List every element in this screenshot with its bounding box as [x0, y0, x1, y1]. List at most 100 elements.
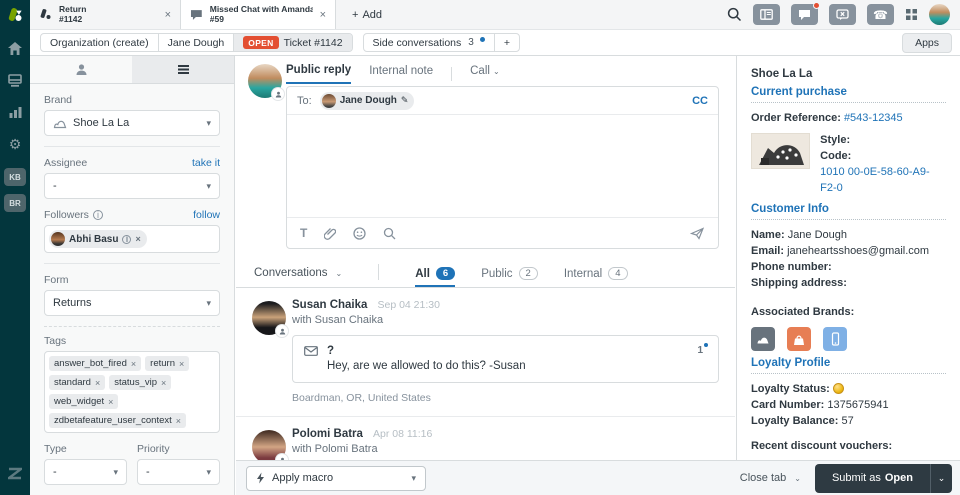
- followers-field[interactable]: Abhi Basu i ×: [44, 225, 220, 253]
- brand-value: Shoe La La: [73, 117, 130, 129]
- ticket-tab-chat[interactable]: Missed Chat with Amanda #59 ×: [180, 0, 336, 29]
- customer-info-heading[interactable]: Customer Info: [751, 203, 946, 220]
- divider: [451, 67, 453, 81]
- assignee-select[interactable]: - ▾: [44, 173, 220, 199]
- divider: [44, 146, 220, 147]
- brand-shoe-icon[interactable]: [751, 327, 775, 352]
- priority-select[interactable]: - ▾: [137, 459, 220, 485]
- style-code-link[interactable]: 1010 00-0E-58-60-A9-F2-0: [820, 166, 929, 194]
- add-side-conversation-button[interactable]: +: [493, 34, 519, 51]
- reporting-icon[interactable]: [0, 98, 30, 126]
- breadcrumb-organization[interactable]: Organization (create): [41, 34, 158, 51]
- to-label: To:: [297, 94, 312, 107]
- tag-chip[interactable]: answer_bot_fired ×: [49, 356, 142, 371]
- tab-ticket-fields[interactable]: [132, 56, 234, 83]
- tab-call[interactable]: Call ⌄: [470, 65, 500, 83]
- workspace-panels-icon[interactable]: [753, 4, 780, 25]
- assignee-value: -: [53, 180, 57, 192]
- follower-chip[interactable]: Abhi Basu i ×: [49, 230, 147, 248]
- product-tray-icon[interactable]: [905, 8, 918, 21]
- dashed-divider: [44, 326, 220, 327]
- ticket-number: Ticket #1142: [283, 36, 343, 49]
- submit-options-button[interactable]: ⌄: [930, 463, 952, 493]
- message-unavailable-icon[interactable]: [829, 4, 856, 25]
- quick-reply-icon[interactable]: [690, 226, 705, 240]
- breadcrumb-ticket[interactable]: OPEN Ticket #1142: [233, 34, 352, 51]
- take-it-link[interactable]: take it: [192, 157, 220, 169]
- side-conversations-button[interactable]: Side conversations 3: [364, 34, 494, 51]
- plus-icon: +: [352, 8, 359, 21]
- order-reference-link[interactable]: #543-12345: [844, 112, 903, 124]
- search-icon[interactable]: [727, 7, 742, 22]
- remove-icon[interactable]: ×: [95, 378, 100, 388]
- filter-public[interactable]: Public 2: [481, 267, 538, 287]
- brand-bag-icon[interactable]: [787, 327, 811, 352]
- to-field[interactable]: To: Jane Dough ✎ CC: [287, 87, 718, 115]
- emoji-icon[interactable]: [353, 226, 366, 240]
- kb-app-button[interactable]: KB: [4, 168, 26, 186]
- filter-all[interactable]: All 6: [415, 267, 456, 287]
- remove-icon[interactable]: ×: [135, 234, 140, 244]
- br-app-button[interactable]: BR: [4, 194, 26, 212]
- tag-chip[interactable]: status_vip ×: [109, 375, 172, 390]
- follow-link[interactable]: follow: [193, 209, 220, 221]
- message-card[interactable]: ? Hey, are we allowed to do this? -Susan…: [292, 335, 719, 383]
- tab-requester-profile[interactable]: [30, 56, 132, 83]
- remove-icon[interactable]: ×: [108, 397, 113, 407]
- associated-brands-label: Associated Brands:: [751, 306, 855, 319]
- loyalty-balance-label: Loyalty Balance:: [751, 415, 839, 428]
- user-avatar[interactable]: [929, 4, 950, 25]
- talk-phone-icon[interactable]: ☎: [867, 4, 894, 25]
- conversation-item[interactable]: Susan Chaika Sep 04 21:30 with Susan Cha…: [236, 288, 735, 417]
- reply-textarea[interactable]: [287, 115, 718, 217]
- brand-mobile-icon[interactable]: [823, 327, 847, 352]
- remove-icon[interactable]: ×: [161, 378, 166, 388]
- close-tab-icon[interactable]: ×: [320, 9, 326, 21]
- edit-pencil-icon[interactable]: ✎: [401, 95, 409, 106]
- current-purchase-heading[interactable]: Current purchase: [751, 86, 946, 103]
- notification-dot: [813, 2, 820, 9]
- brand-select[interactable]: Shoe La La ▾: [44, 110, 220, 136]
- tag-chip[interactable]: zdbetafeature_user_context ×: [49, 413, 187, 428]
- zendesk-logo-icon[interactable]: [0, 0, 30, 30]
- shoe-icon: [53, 120, 67, 129]
- ticket-tab-return[interactable]: Return #1142 ×: [30, 0, 180, 29]
- remove-icon[interactable]: ×: [131, 359, 136, 369]
- admin-gear-icon[interactable]: ⚙: [0, 130, 30, 158]
- views-icon[interactable]: [0, 66, 30, 94]
- cc-button[interactable]: CC: [692, 95, 708, 107]
- loyalty-balance-value: 57: [841, 415, 854, 428]
- tag-chip[interactable]: standard ×: [49, 375, 106, 390]
- loyalty-profile-heading[interactable]: Loyalty Profile: [751, 357, 946, 375]
- avatar: [51, 232, 65, 246]
- tag-chip[interactable]: return ×: [145, 356, 190, 371]
- add-tab-button[interactable]: + Add: [336, 0, 398, 29]
- attachment-icon[interactable]: [324, 227, 337, 240]
- search-content-icon[interactable]: [383, 227, 396, 240]
- customer-email: janeheartsshoes@gmail.com: [787, 244, 930, 257]
- remove-icon[interactable]: ×: [179, 359, 184, 369]
- filter-internal[interactable]: Internal 4: [564, 267, 628, 287]
- type-select[interactable]: - ▾: [44, 459, 127, 485]
- form-select[interactable]: Returns ▾: [44, 290, 220, 316]
- submit-as-open-button[interactable]: Submit as Open: [814, 463, 930, 493]
- tab-internal-note[interactable]: Internal note: [369, 65, 433, 83]
- close-tab-button[interactable]: Close tab ⌄: [740, 472, 801, 484]
- conversations-dropdown[interactable]: Conversations ⌄: [254, 267, 342, 287]
- tag-chip[interactable]: web_widget ×: [49, 394, 119, 409]
- home-icon[interactable]: [0, 34, 30, 62]
- tab-public-reply[interactable]: Public reply: [286, 64, 352, 84]
- priority-value: -: [146, 466, 150, 478]
- card-number-value: 1375675941: [827, 399, 889, 412]
- breadcrumb-requester[interactable]: Jane Dough: [157, 34, 234, 51]
- tags-field[interactable]: answer_bot_fired × return × standard × stat…: [44, 351, 220, 433]
- text-format-icon[interactable]: T: [300, 226, 307, 240]
- close-tab-icon[interactable]: ×: [165, 9, 171, 21]
- recipient-chip[interactable]: Jane Dough ✎: [319, 91, 415, 110]
- chat-status-icon[interactable]: [791, 2, 820, 25]
- conversation-item[interactable]: Polomi Batra Apr 08 11:16 with Polomi Ba…: [236, 417, 735, 460]
- apps-button[interactable]: Apps: [902, 32, 952, 53]
- caret-down-icon: ▾: [411, 472, 416, 483]
- apply-macro-button[interactable]: Apply macro ▾: [246, 465, 426, 491]
- remove-icon[interactable]: ×: [176, 416, 181, 426]
